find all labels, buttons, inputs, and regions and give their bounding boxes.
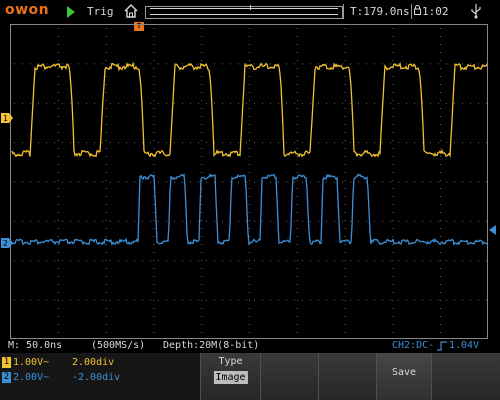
bottom-menu: 1 1.00V~ 2.00div 2 2.00V~ -2.00div Type Im… xyxy=(0,353,500,400)
softkey-empty[interactable] xyxy=(318,353,376,400)
ch1-marker[interactable]: 1 xyxy=(1,113,13,123)
ch2-marker[interactable]: 2 xyxy=(1,238,13,248)
ch1-scale: 1.00V~ xyxy=(13,357,50,368)
status-line: M: 50.0ns (500MS/s) Depth:20M(8-bit) CH2… xyxy=(0,339,500,353)
save-label: Save xyxy=(391,367,417,378)
type-softkey[interactable]: Type Image xyxy=(200,353,260,400)
trigger-source: CH2:DC- xyxy=(392,340,435,351)
ch2-waveform xyxy=(11,173,488,247)
ch1-info[interactable]: 1 1.00V~ 2.00div xyxy=(2,356,114,370)
record-depth: Depth:20M(8-bit) xyxy=(163,340,260,351)
softkey-empty[interactable] xyxy=(260,353,318,400)
ch1-position: 2.00div xyxy=(72,357,115,368)
ch2-info[interactable]: 2 2.00V~ -2.00div xyxy=(2,371,120,385)
trigger-level-marker xyxy=(489,225,496,235)
type-title: Type xyxy=(218,356,243,367)
timebase: M: 50.0ns xyxy=(8,340,63,351)
channel-info-panel: 1 1.00V~ 2.00div 2 2.00V~ -2.00div xyxy=(0,353,200,400)
oscilloscope-screen: owon Trig T:179.0ns 1:02 T 1 2 M: 50.0ns… xyxy=(0,0,500,400)
ch1-waveform xyxy=(11,61,488,158)
ch2-scale: 2.00V~ xyxy=(13,372,50,383)
rising-edge-icon xyxy=(437,341,447,351)
ch1-badge: 1 xyxy=(2,356,11,368)
type-value: Image xyxy=(213,371,248,384)
grid-dots xyxy=(14,28,487,333)
softkey-empty[interactable] xyxy=(431,353,500,400)
ch2-badge: 2 xyxy=(2,371,11,383)
trigger-level: 1.04V xyxy=(449,340,480,351)
svg-text:1: 1 xyxy=(3,114,8,123)
save-button[interactable]: Save xyxy=(376,353,431,400)
ch2-position: -2.00div xyxy=(72,372,121,383)
svg-text:2: 2 xyxy=(3,239,8,248)
sample-rate: (500MS/s) xyxy=(91,340,146,351)
